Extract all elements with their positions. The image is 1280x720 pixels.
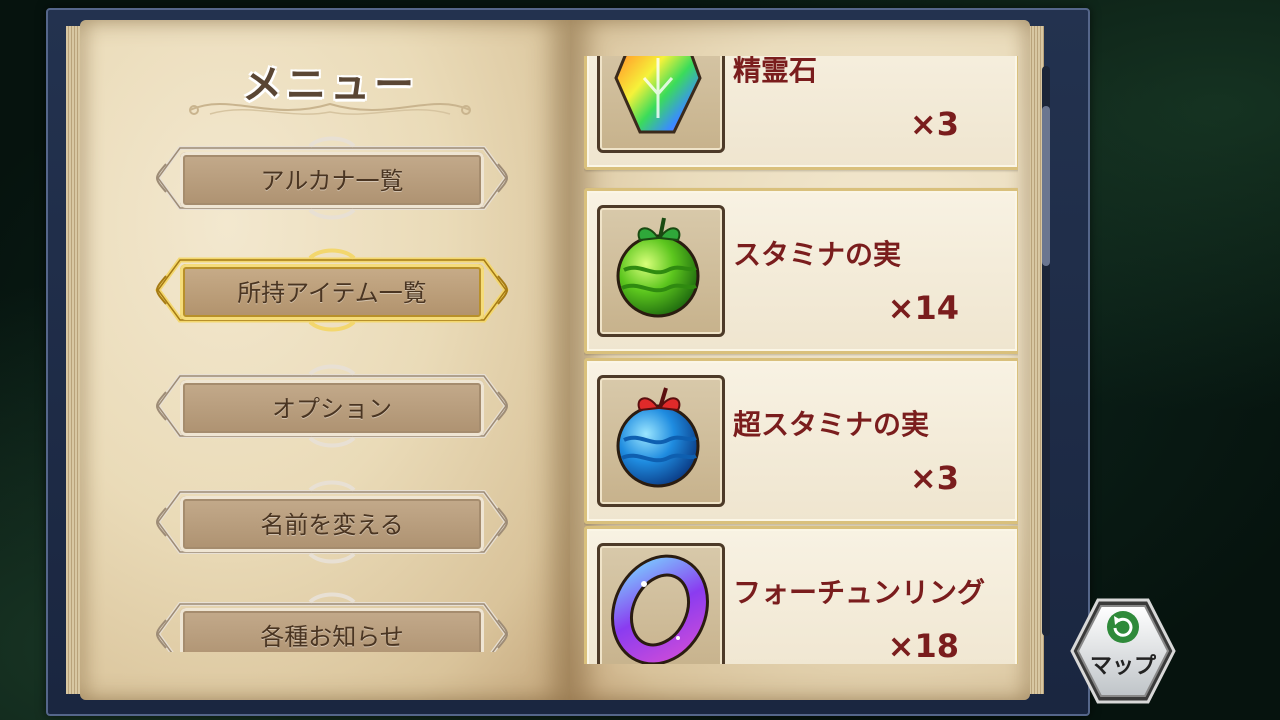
menu-button-change-name[interactable]: 名前を変える (150, 478, 514, 566)
map-button[interactable]: マップ (1068, 596, 1178, 706)
item-icon-box (597, 543, 725, 664)
menu-button-label: 所持アイテム一覧 (237, 278, 427, 307)
menu-title: メニュー (170, 52, 490, 122)
item-card[interactable]: フォーチュンリング ×18 (584, 526, 1018, 664)
menu-button-label: 名前を変える (260, 510, 404, 539)
item-count: ×3 (909, 105, 959, 143)
purple-ring-icon (611, 554, 709, 664)
menu-button-label: オプション (272, 394, 392, 423)
menu-button-arcana-list[interactable]: アルカナ一覧 (150, 134, 514, 222)
item-card[interactable]: 精霊石 ×3 (584, 56, 1018, 170)
item-card[interactable]: スタミナの実 ×14 (584, 188, 1018, 354)
item-list-scrollbar[interactable] (1042, 66, 1050, 636)
green-fruit-icon (616, 217, 700, 318)
blue-fruit-icon (616, 387, 700, 488)
item-icon-box (597, 56, 725, 153)
item-name: 精霊石 (733, 56, 818, 87)
item-name: 超スタミナの実 (733, 408, 930, 441)
map-button-label: マップ (1089, 654, 1156, 679)
scroll-thumb[interactable] (1042, 106, 1050, 266)
title-flourish-icon (189, 102, 471, 115)
menu-button-label: アルカナ一覧 (260, 166, 404, 195)
item-icon-box (597, 375, 725, 507)
item-count: ×18 (887, 627, 959, 664)
item-icon-box (597, 205, 725, 337)
rainbow-crystal-icon (614, 56, 702, 134)
menu-button-item-list[interactable]: 所持アイテム一覧 (150, 246, 514, 334)
menu-button-label: 各種お知らせ (260, 622, 404, 651)
item-name: フォーチュンリング (733, 576, 986, 609)
item-count: ×3 (909, 459, 959, 497)
item-card[interactable]: 超スタミナの実 ×3 (584, 358, 1018, 524)
item-count: ×14 (887, 289, 959, 327)
menu-button-notices[interactable]: 各種お知らせ (150, 590, 514, 652)
item-name: スタミナの実 (733, 238, 902, 271)
item-list[interactable]: 精霊石 ×3 スタミナの実 ×14 超スタミナの実 ×3 フォーチュンリング ×… (584, 56, 1018, 664)
menu-button-options[interactable]: オプション (150, 362, 514, 450)
refresh-arrow-icon (1107, 611, 1139, 643)
menu-clip: 各種お知らせ (150, 590, 514, 652)
